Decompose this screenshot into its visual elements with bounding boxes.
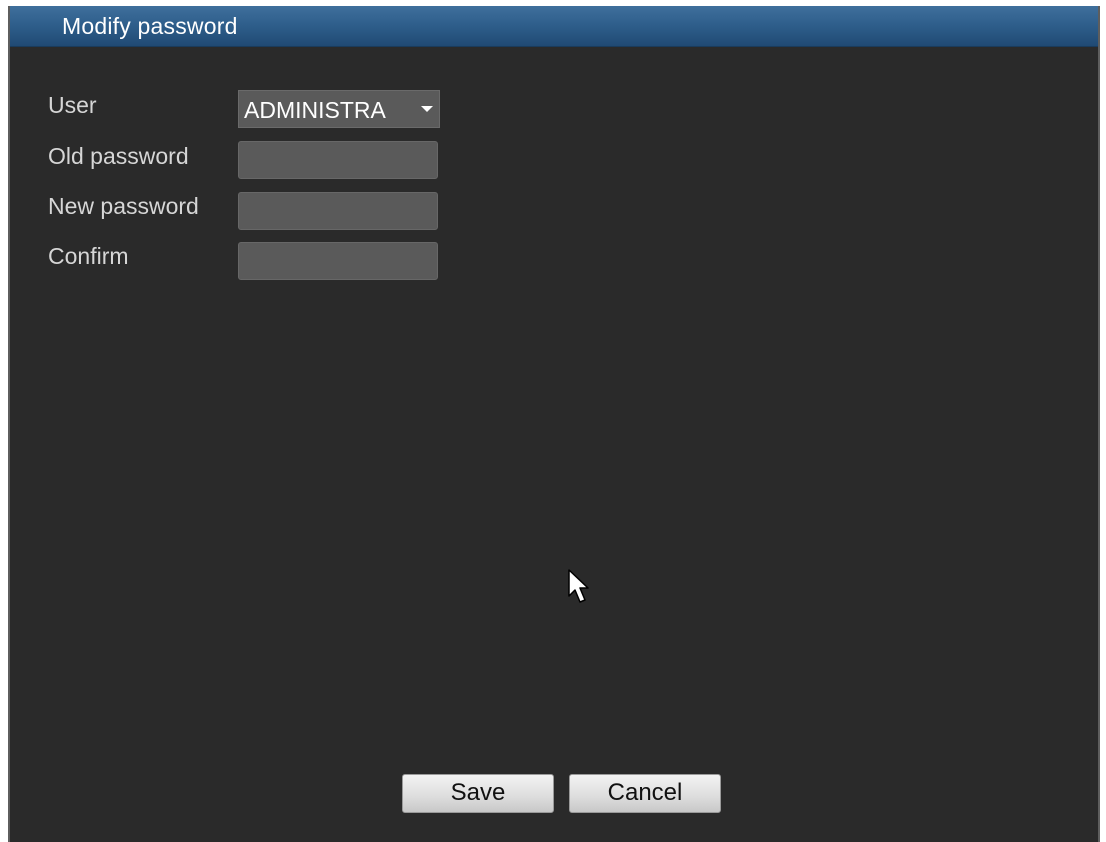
user-select[interactable]: ADMINISTRA <box>238 90 440 128</box>
dialog-title: Modify password <box>62 13 238 39</box>
old-password-input[interactable] <box>238 141 438 179</box>
title-bar: Modify password <box>10 6 1098 47</box>
cancel-button[interactable]: Cancel <box>569 774 721 813</box>
confirm-label: Confirm <box>48 243 129 269</box>
new-password-input[interactable] <box>238 192 438 230</box>
old-password-label: Old password <box>48 143 189 169</box>
new-password-label: New password <box>48 193 199 219</box>
mouse-cursor-icon <box>568 569 589 603</box>
user-select-value: ADMINISTRA <box>244 97 386 123</box>
modify-password-dialog: Modify password User ADMINISTRA Old pass… <box>8 6 1100 842</box>
save-button[interactable]: Save <box>402 774 554 813</box>
user-label: User <box>48 92 97 118</box>
chevron-down-icon <box>421 106 433 112</box>
confirm-password-input[interactable] <box>238 242 438 280</box>
